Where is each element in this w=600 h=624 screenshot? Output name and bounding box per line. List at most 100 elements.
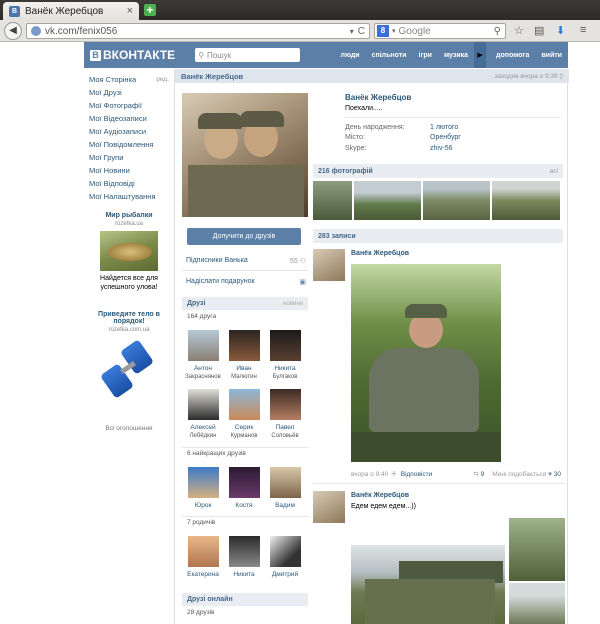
menu-friends[interactable]: Мої Друзі [89,86,169,99]
relative-name[interactable]: Екатерина [184,571,222,579]
post-author-avatar[interactable] [313,491,345,523]
photo-thumbnail[interactable] [354,181,421,220]
relative-photo[interactable] [187,536,219,567]
friend-last-name[interactable]: Лебёдкин [184,432,222,440]
info-value[interactable]: Оренбург [430,134,461,141]
browser-search-box[interactable]: 8 ▾ Google ⚲ [374,23,506,39]
reply-link[interactable]: Відповісти [401,471,432,478]
friend-first-name[interactable]: Серик [225,424,263,432]
friends-section-header[interactable]: Друзі новини [182,297,308,310]
add-friend-button[interactable]: Допучити до друзів [187,228,301,245]
profile-avatar[interactable] [182,93,308,217]
nav-communities[interactable]: спільноти [372,52,407,59]
friend-card[interactable]: Антон Закраснянов [184,330,222,381]
best-friend-card[interactable]: Вадим [266,467,304,510]
friend-card[interactable]: Иван Малютин [225,330,263,381]
browser-tab[interactable]: B Ванёк Жеребцов × [3,2,139,20]
repost-group[interactable]: ⇆ 9 [473,470,484,478]
post-author[interactable]: Ванёк Жеребцов [351,492,409,499]
photo-thumbnail[interactable] [423,181,490,220]
photo-thumbnail[interactable] [313,181,352,220]
menu-my-page[interactable]: Моя Сторінка ред. [89,73,169,86]
menu-news[interactable]: Мої Новини [89,164,169,177]
friend-name[interactable]: Юрок [184,502,222,510]
post-author[interactable]: Ванёк Жеребцов [351,250,409,257]
menu-audios[interactable]: Мої Аудіозаписи [89,125,169,138]
relative-card[interactable]: Никита [225,536,263,579]
friend-last-name[interactable]: Булгаков [266,373,304,381]
download-icon[interactable]: ⬇ [556,24,565,37]
best-friend-card[interactable]: Костя [225,467,263,510]
post-image[interactable] [351,264,501,462]
photo-thumbnail[interactable] [492,181,560,220]
info-value[interactable]: 1 лютого [430,124,458,131]
ad-block-fitness[interactable]: Приведите тело в порядок! rozetka.com.ua [89,311,169,407]
dropdown-arrow-icon[interactable]: ▾ [350,27,354,36]
relative-card[interactable]: Екатерина [184,536,222,579]
subscribers-link[interactable]: Підписники Ванька 55 ⚇ [186,257,306,265]
wall-section-header[interactable]: 283 записи [313,229,563,243]
all-ads-link[interactable]: Всі оголошення [89,425,169,432]
friend-first-name[interactable]: Антон [184,365,222,373]
photos-section-header[interactable]: 216 фотографій всі [313,164,563,178]
reload-icon[interactable]: C [358,26,365,37]
friend-first-name[interactable]: Никита [266,365,304,373]
friend-photo[interactable] [228,467,260,498]
new-tab-button[interactable]: + [144,4,156,16]
menu-icon[interactable]: ≡ [580,24,586,36]
friend-last-name[interactable]: Малютин [225,373,263,381]
friend-last-name[interactable]: Курманов [225,432,263,440]
nav-music[interactable]: музика [444,52,468,59]
edit-link[interactable]: ред. [156,73,169,86]
friend-photo[interactable] [228,389,260,420]
play-icon[interactable]: ▶ [474,42,487,68]
menu-photos[interactable]: Мої Фотографії [89,99,169,112]
friend-card[interactable]: Никита Булгаков [266,330,304,381]
vk-search-input[interactable]: ⚲ Пошук [195,48,301,62]
nav-people[interactable]: люди [341,52,360,59]
photos-all-link[interactable]: всі [550,168,558,175]
nav-help[interactable]: допомога [496,52,529,59]
relative-photo[interactable] [228,536,260,567]
ad-title[interactable]: Приведите тело в порядок! [89,311,169,325]
friend-name[interactable]: Костя [225,502,263,510]
ad-title[interactable]: Мир рыбалки [89,212,169,219]
friend-first-name[interactable]: Иван [225,365,263,373]
bookmark-star-icon[interactable]: ☆ [514,24,524,37]
friend-card[interactable]: Алексей Лебёдкин [184,389,222,440]
back-button[interactable]: ◀ [4,21,22,40]
menu-videos[interactable]: Мої Відеозаписи [89,112,169,125]
friend-first-name[interactable]: Павел [266,424,304,432]
ad-image-dumbbell[interactable] [99,337,158,407]
ad-block-fishing[interactable]: Мир рыбалки rozetka.ua Найдется все для … [89,212,169,292]
info-value[interactable]: zhiv-56 [430,145,453,152]
best-friends-label[interactable]: 6 найкращих друзів [187,450,246,457]
nav-games[interactable]: ігри [419,52,432,59]
ad-image-fish[interactable] [100,231,158,271]
friend-photo[interactable] [187,330,219,361]
send-gift-link[interactable]: Надіслати подарунок ▣ [186,278,306,286]
friend-last-name[interactable]: Соловьёв [266,432,304,440]
friend-photo[interactable] [269,389,301,420]
vk-logo[interactable]: B ВКОНТАКТЕ [90,48,175,62]
search-engine-arrow-icon[interactable]: ▾ [392,27,396,35]
search-icon[interactable]: ⚲ [494,26,501,37]
clipboard-icon[interactable]: ▤ [534,24,544,37]
friend-photo[interactable] [228,330,260,361]
post-time[interactable]: вчора о 9:40 [351,471,388,478]
friend-photo[interactable] [269,467,301,498]
friend-name[interactable]: Вадим [266,502,304,510]
relative-card[interactable]: Дмитрий [266,536,304,579]
friend-photo[interactable] [269,330,301,361]
address-bar[interactable]: vk.com/fenix056 ▾ C [26,23,370,39]
friend-photo[interactable] [187,389,219,420]
friend-last-name[interactable]: Закраснянов [184,373,222,381]
friend-card[interactable]: Павел Соловьёв [266,389,304,440]
relative-name[interactable]: Дмитрий [266,571,304,579]
menu-messages[interactable]: Мої Повідомлення [89,138,169,151]
friends-count[interactable]: 164 друга [187,313,216,320]
like-group[interactable]: Мені подобається ♥ 30 [492,471,561,478]
friend-card[interactable]: Серик Курманов [225,389,263,440]
post-author-avatar[interactable] [313,249,345,281]
profile-status[interactable]: Поехали..... [345,105,383,112]
